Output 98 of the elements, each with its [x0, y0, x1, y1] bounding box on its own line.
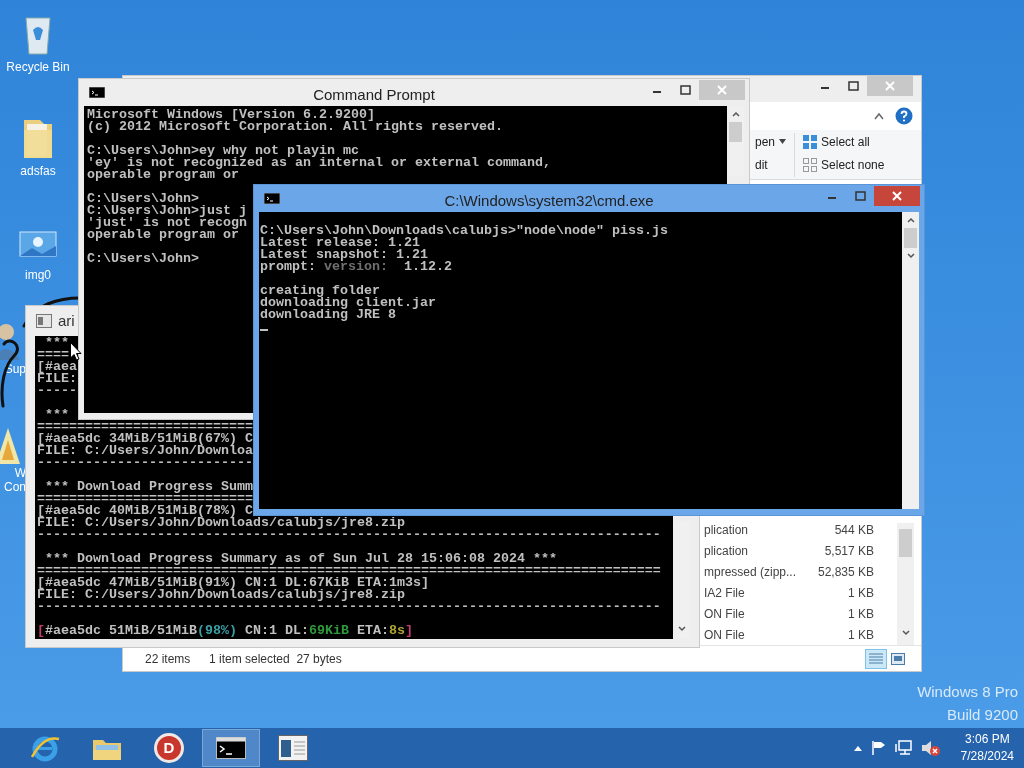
window-icon [278, 735, 308, 761]
console-icon [216, 737, 246, 759]
console-line: [#aea5dc 51MiB/51MiB(98%) CN:1 DL:69KiB ETA:8s] [37, 625, 413, 637]
show-hidden-icons-icon[interactable] [852, 744, 863, 752]
console-line: C:\Users\John\Downloads\calubjs>"node\node" piss.js [260, 225, 668, 237]
maximize-icon [854, 191, 866, 201]
console-line: Latest release: 1.21 [260, 237, 420, 249]
console-line: [#aea [37, 361, 77, 373]
console-line: =========================== [37, 493, 253, 505]
large-icons-view-icon [891, 652, 905, 665]
console-line: Microsoft Windows [Version 6.2.9200] [87, 109, 375, 121]
status-text: 1 item selected 27 bytes [209, 650, 343, 668]
mouse-cursor-icon [70, 342, 82, 361]
file-type-cell-text: ON File [704, 605, 746, 623]
console-line: FILE: [37, 373, 77, 385]
window-icon [36, 314, 52, 328]
console-line: 'ey' is not recognized as an internal or external command, [87, 157, 551, 169]
file-size-cell-text: 544 KB [833, 521, 874, 539]
file-type-cell-text: plication [704, 521, 750, 539]
window-title: Command Prompt [312, 85, 436, 105]
flag-icon[interactable] [870, 740, 887, 756]
scrollbar[interactable] [897, 523, 914, 645]
console-icon [264, 193, 280, 204]
scroll-thumb[interactable] [904, 228, 917, 248]
edit-button[interactable]: dit [755, 156, 787, 173]
console-line: operable program or [87, 229, 239, 241]
file-type-cell-text: IA2 File [704, 584, 746, 602]
file-size-cell-text: 5,517 KB [823, 542, 874, 560]
details-view-icon [869, 652, 883, 665]
console-line: --------------------------- [37, 457, 253, 469]
console-line: FILE: C:/Users/John/Downloads/calubjs/jre8.zip [37, 589, 405, 601]
console-line: C:\Users\John>ey why not playin mc [87, 145, 359, 157]
console-line: =========================== [37, 421, 253, 433]
console-line: 'just' is not recogn [87, 217, 247, 229]
maximize-icon [679, 85, 691, 95]
console-line: downloading client.jar [260, 297, 436, 309]
console-line: FILE: C:/Users/John/Downloads/calubjs/jre8.zip [37, 517, 405, 529]
file-type-cell-text: ON File [704, 626, 746, 644]
network-icon[interactable] [894, 740, 913, 756]
help-icon[interactable] [895, 107, 913, 125]
console-line: operable program or [87, 169, 239, 181]
desktop-icon-label[interactable]: adsfas [20, 164, 56, 178]
console-line: Latest snapshot: 1.21 [260, 249, 428, 261]
file-type-cell-text: mpressed (zipp... [704, 563, 798, 581]
file-size-cell-text: 1 KB [847, 605, 874, 623]
open-button[interactable]: pen [755, 133, 787, 150]
grid-icon [803, 134, 818, 149]
maximize-icon [847, 81, 859, 91]
taskbar-button[interactable] [202, 729, 260, 767]
close-icon [885, 81, 895, 91]
select-all-button[interactable]: Select all [803, 133, 885, 150]
clock[interactable]: 3:06 PM 7/28/2024 [956, 731, 1018, 765]
collapse-ribbon-icon [873, 111, 885, 121]
status-text: 22 items [145, 650, 192, 668]
file-size-cell-text: 1 KB [847, 584, 874, 602]
speaker-muted-icon[interactable] [920, 740, 941, 756]
console-line: ----- [37, 385, 77, 397]
view-button[interactable] [865, 648, 887, 669]
edition-text: Windows 8 Pro [917, 682, 1018, 702]
console-icon [89, 87, 105, 98]
console-line: *** Download Progress Summ [44, 481, 253, 493]
console-line: *** [44, 409, 69, 421]
console-line: ============================================================================== [37, 565, 661, 577]
desktop-icon-label[interactable]: img0 [25, 268, 51, 282]
app-logo[interactable]: D [154, 733, 184, 763]
console-line: ------------------------------------------------------------------------------ [37, 601, 661, 613]
console-line: C:\Users\John> [87, 253, 199, 265]
scrollbar[interactable] [902, 212, 919, 509]
console-line: FILE: C:/Users/John/Downloa [37, 445, 253, 457]
console-line: [#aea5dc 40MiB/51MiB(78%) C [37, 505, 253, 517]
console-line: *** Download Progress Summary as of Sun Jul 28 15:06:08 2024 *** [44, 553, 557, 565]
console-line: downloading JRE 8 [260, 309, 396, 321]
scroll-thumb[interactable] [899, 529, 912, 557]
console-line: [#aea5dc 34MiB/51MiB(67%) C [37, 433, 253, 445]
build-text: Build 9200 [947, 705, 1018, 725]
console-line: *** [44, 337, 69, 349]
dropdown-caret-icon [779, 139, 787, 144]
select-none-button[interactable]: Select none [803, 156, 885, 173]
console-line: [#aea5dc 47MiB/51MiB(91%) CN:1 DL:67KiB ETA:1m3s] [37, 577, 429, 589]
window-title: C:\Windows\system32\cmd.exe [443, 191, 655, 211]
file-size-cell-text: 52,835 KB [816, 563, 874, 581]
close-icon [892, 191, 902, 201]
grid-outline-icon [803, 157, 818, 172]
scroll-thumb[interactable] [729, 122, 742, 142]
console-line: prompt: version: 1.12.2 [260, 261, 452, 273]
console-line: C:\Users\John> [87, 193, 199, 205]
console-line: (c) 2012 Microsoft Corporation. All rights reserved. [87, 121, 503, 133]
console-line: C:\Users\John>just j [87, 205, 247, 217]
console-line: ------------------------------------------------------------------------------ [37, 529, 661, 541]
taskbar-button[interactable]: D [140, 729, 198, 767]
window-title: ari [58, 310, 75, 331]
close-icon [717, 85, 727, 95]
file-size-cell-text: 1 KB [847, 626, 874, 644]
desktop-icon-label[interactable]: Recycle Bin [6, 60, 70, 74]
file-type-cell-text: plication [704, 542, 750, 560]
close-button[interactable] [874, 186, 920, 206]
console-line: creating folder [260, 285, 380, 297]
console-line: ==== [37, 349, 69, 361]
